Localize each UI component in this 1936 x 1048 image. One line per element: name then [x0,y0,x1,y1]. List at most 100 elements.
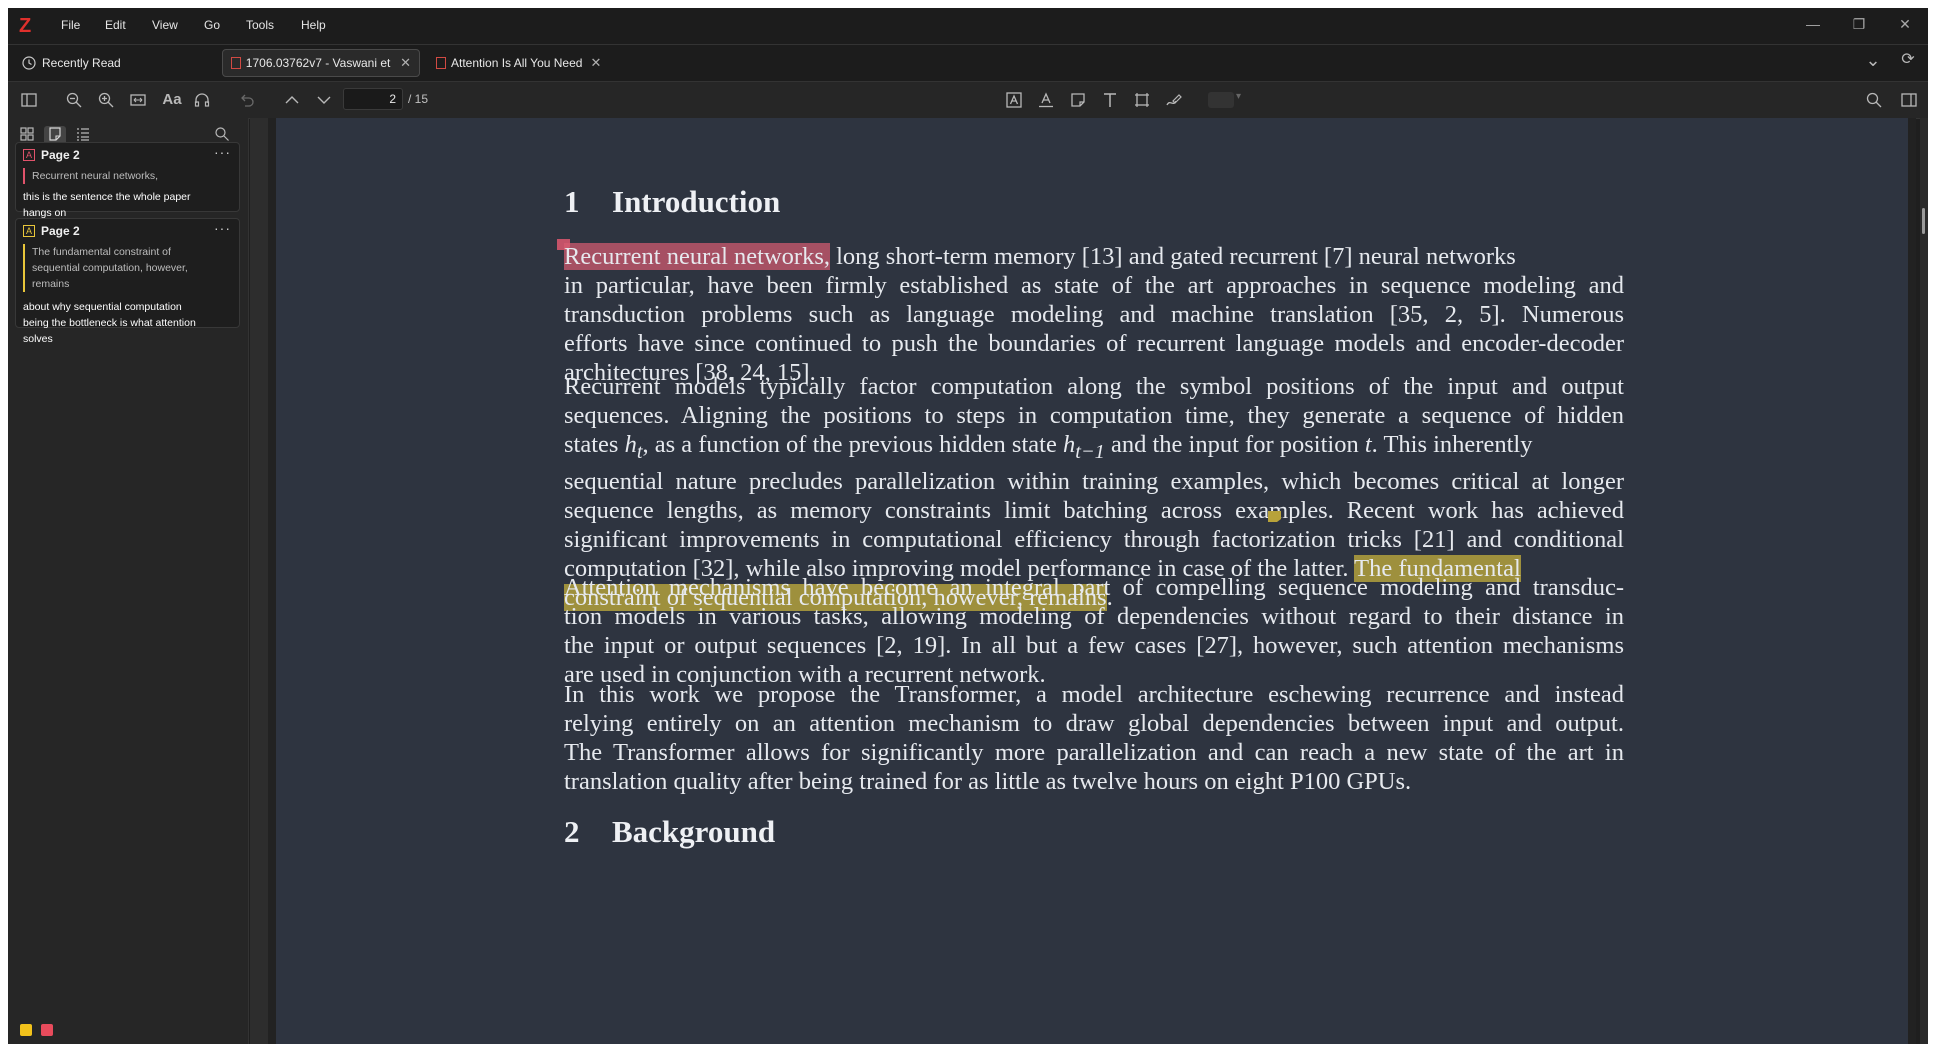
appearance-font-button[interactable]: Aa [160,91,184,109]
menu-view[interactable]: View [152,18,178,32]
minimize-button[interactable]: — [1798,16,1828,36]
comment-line: this is the sentence the whole paper [23,191,191,203]
text-line: states h t , as a function of the previous… [564,430,1624,467]
paragraph-3: Attention mechanisms have become an inte… [564,573,1624,689]
underline-tool-icon[interactable] [1036,91,1056,109]
text-line: in particular, have been firmly establis… [564,272,1624,299]
pdf-page: 1 Introduction Recurrent neural networks,… [276,118,1908,1044]
text-line: significant improvements in computationa… [564,525,1624,553]
tab-label: Recently Read [42,56,121,70]
zotero-logo-icon: Z [19,15,32,37]
menu-help[interactable]: Help [301,18,326,32]
sync-icon[interactable]: ⟳ [1898,51,1918,69]
more-options-icon[interactable]: ··· [214,144,231,160]
next-page-icon[interactable] [314,91,334,109]
color-picker[interactable] [1208,92,1234,108]
app-window: Z File Edit View Go Tools Help — ❐ ✕ Rec… [8,8,1928,1044]
annotation-page: Page 2 [41,148,80,162]
area-tool-icon[interactable] [1132,91,1152,109]
comment-line: being the bottleneck is what attention [23,317,196,329]
restore-button[interactable]: ❐ [1844,16,1874,36]
section-heading-introduction: 1 Introduction [564,184,780,220]
quote-line: sequential computation, however, [32,262,188,274]
pdf-icon [436,57,446,69]
annotations-sidebar: A Page 2 ··· Recurrent neural networks, … [8,118,249,1044]
tab-recently-read[interactable]: Recently Read [14,49,214,77]
toggle-context-pane-icon[interactable] [1899,91,1919,109]
undo-icon[interactable] [237,91,257,109]
vertical-scrollbar[interactable] [1920,118,1928,1044]
scrollbar-thumb[interactable] [1922,208,1925,234]
page-number-input[interactable]: 2 [343,88,403,110]
close-tab-icon[interactable]: ✕ [590,55,601,71]
tab-document-2[interactable]: Attention Is All You Need ✕ [428,49,628,77]
page-total: / 15 [408,92,429,106]
fit-width-icon[interactable] [128,91,148,109]
section-heading-background: 2 Background [564,814,775,850]
tab-list-chevron-icon[interactable]: ⌄ [1863,51,1883,69]
previous-page-icon[interactable] [282,91,302,109]
menu-edit[interactable]: Edit [105,18,126,32]
text-line: In this work we propose the Transformer,… [564,681,1624,708]
zoom-in-icon[interactable] [96,91,116,109]
menu-tools[interactable]: Tools [246,18,274,32]
highlight-red[interactable]: Recurrent neural networks, [564,243,830,270]
text-line: Recurrent models typically factor comput… [564,373,1624,400]
highlight-marker-yellow-icon [1268,511,1281,522]
ink-tool-icon[interactable] [1164,91,1184,109]
text-line: transduction problems such as language m… [564,301,1624,328]
annotation-quote: Recurrent neural networks, [23,168,158,184]
close-tab-icon[interactable]: ✕ [400,55,411,71]
annotation-comment[interactable]: about why sequential computation being t… [23,299,196,347]
text-span: and the input for position [1104,431,1365,458]
annotation-card[interactable]: A Page 2 ··· Recurrent neural networks, … [15,142,240,219]
close-window-button[interactable]: ✕ [1890,16,1920,36]
text-span: . This inherently [1371,431,1533,458]
color-dropdown-chevron-icon[interactable]: ▾ [1236,91,1241,102]
text-span: long short-term memory [13] and gated re… [830,243,1516,270]
menu-go[interactable]: Go [204,18,220,32]
section-title: Background [612,814,776,849]
annotation-quote: The fundamental constraint of sequential… [23,244,188,292]
annotation-page: Page 2 [41,224,80,238]
math-h: h [1062,431,1076,458]
more-options-icon[interactable]: ··· [214,220,231,236]
annotation-header: A Page 2 [23,148,80,162]
paragraph-1: Recurrent neural networks, long short-te… [564,242,1624,387]
text-line: Attention mechanisms have become an inte… [564,574,1624,601]
section-number: 1 [564,184,580,219]
comment-line: about why sequential computation [23,301,182,313]
pdf-viewer[interactable]: 1 Introduction Recurrent neural networks,… [268,118,1916,1044]
paragraph-4: In this work we propose the Transformer,… [564,680,1624,796]
toggle-sidebar-icon[interactable] [19,91,39,109]
text-line: efforts have since continued to push the… [564,330,1624,357]
search-icon[interactable] [1864,91,1884,109]
text-line: The Transformer allows for significantly… [564,739,1624,766]
annotation-card[interactable]: A Page 2 ··· The fundamental constraint … [15,218,240,345]
zoom-out-icon[interactable] [64,91,84,109]
math-sub: t−1 [1075,440,1105,463]
read-aloud-headphones-icon[interactable] [192,91,212,109]
menu-file[interactable]: File [61,18,80,32]
highlight-tool-icon[interactable] [1004,91,1024,109]
menu-bar: Z File Edit View Go Tools Help — ❐ ✕ [8,8,1928,44]
tab-document-1[interactable]: 1706.03762v7 - Vaswani et al. ✕ [222,49,420,77]
quote-line: Recurrent neural networks, [32,170,159,182]
highlight-annotation-icon: A [23,225,35,237]
tab-label: Attention Is All You Need [451,56,583,70]
annotation-comment[interactable]: this is the sentence the whole paper han… [23,189,191,221]
comment-line: solves [23,333,53,345]
highlight-annotation-icon: A [23,149,35,161]
clock-icon [22,56,36,70]
quote-line: remains [32,278,70,290]
color-filter-yellow[interactable] [20,1024,32,1036]
text-span: , as a function of the previous hidden s… [642,431,1063,458]
tab-bar: Recently Read 1706.03762v7 - Vaswani et … [8,44,1928,81]
math-t: t [1364,431,1372,458]
text-tool-icon[interactable] [1100,91,1120,109]
text-span: states [564,431,625,458]
section-number: 2 [564,814,580,849]
color-filter-red[interactable] [41,1024,53,1036]
note-tool-icon[interactable] [1068,91,1088,109]
annotation-header: A Page 2 [23,224,80,238]
